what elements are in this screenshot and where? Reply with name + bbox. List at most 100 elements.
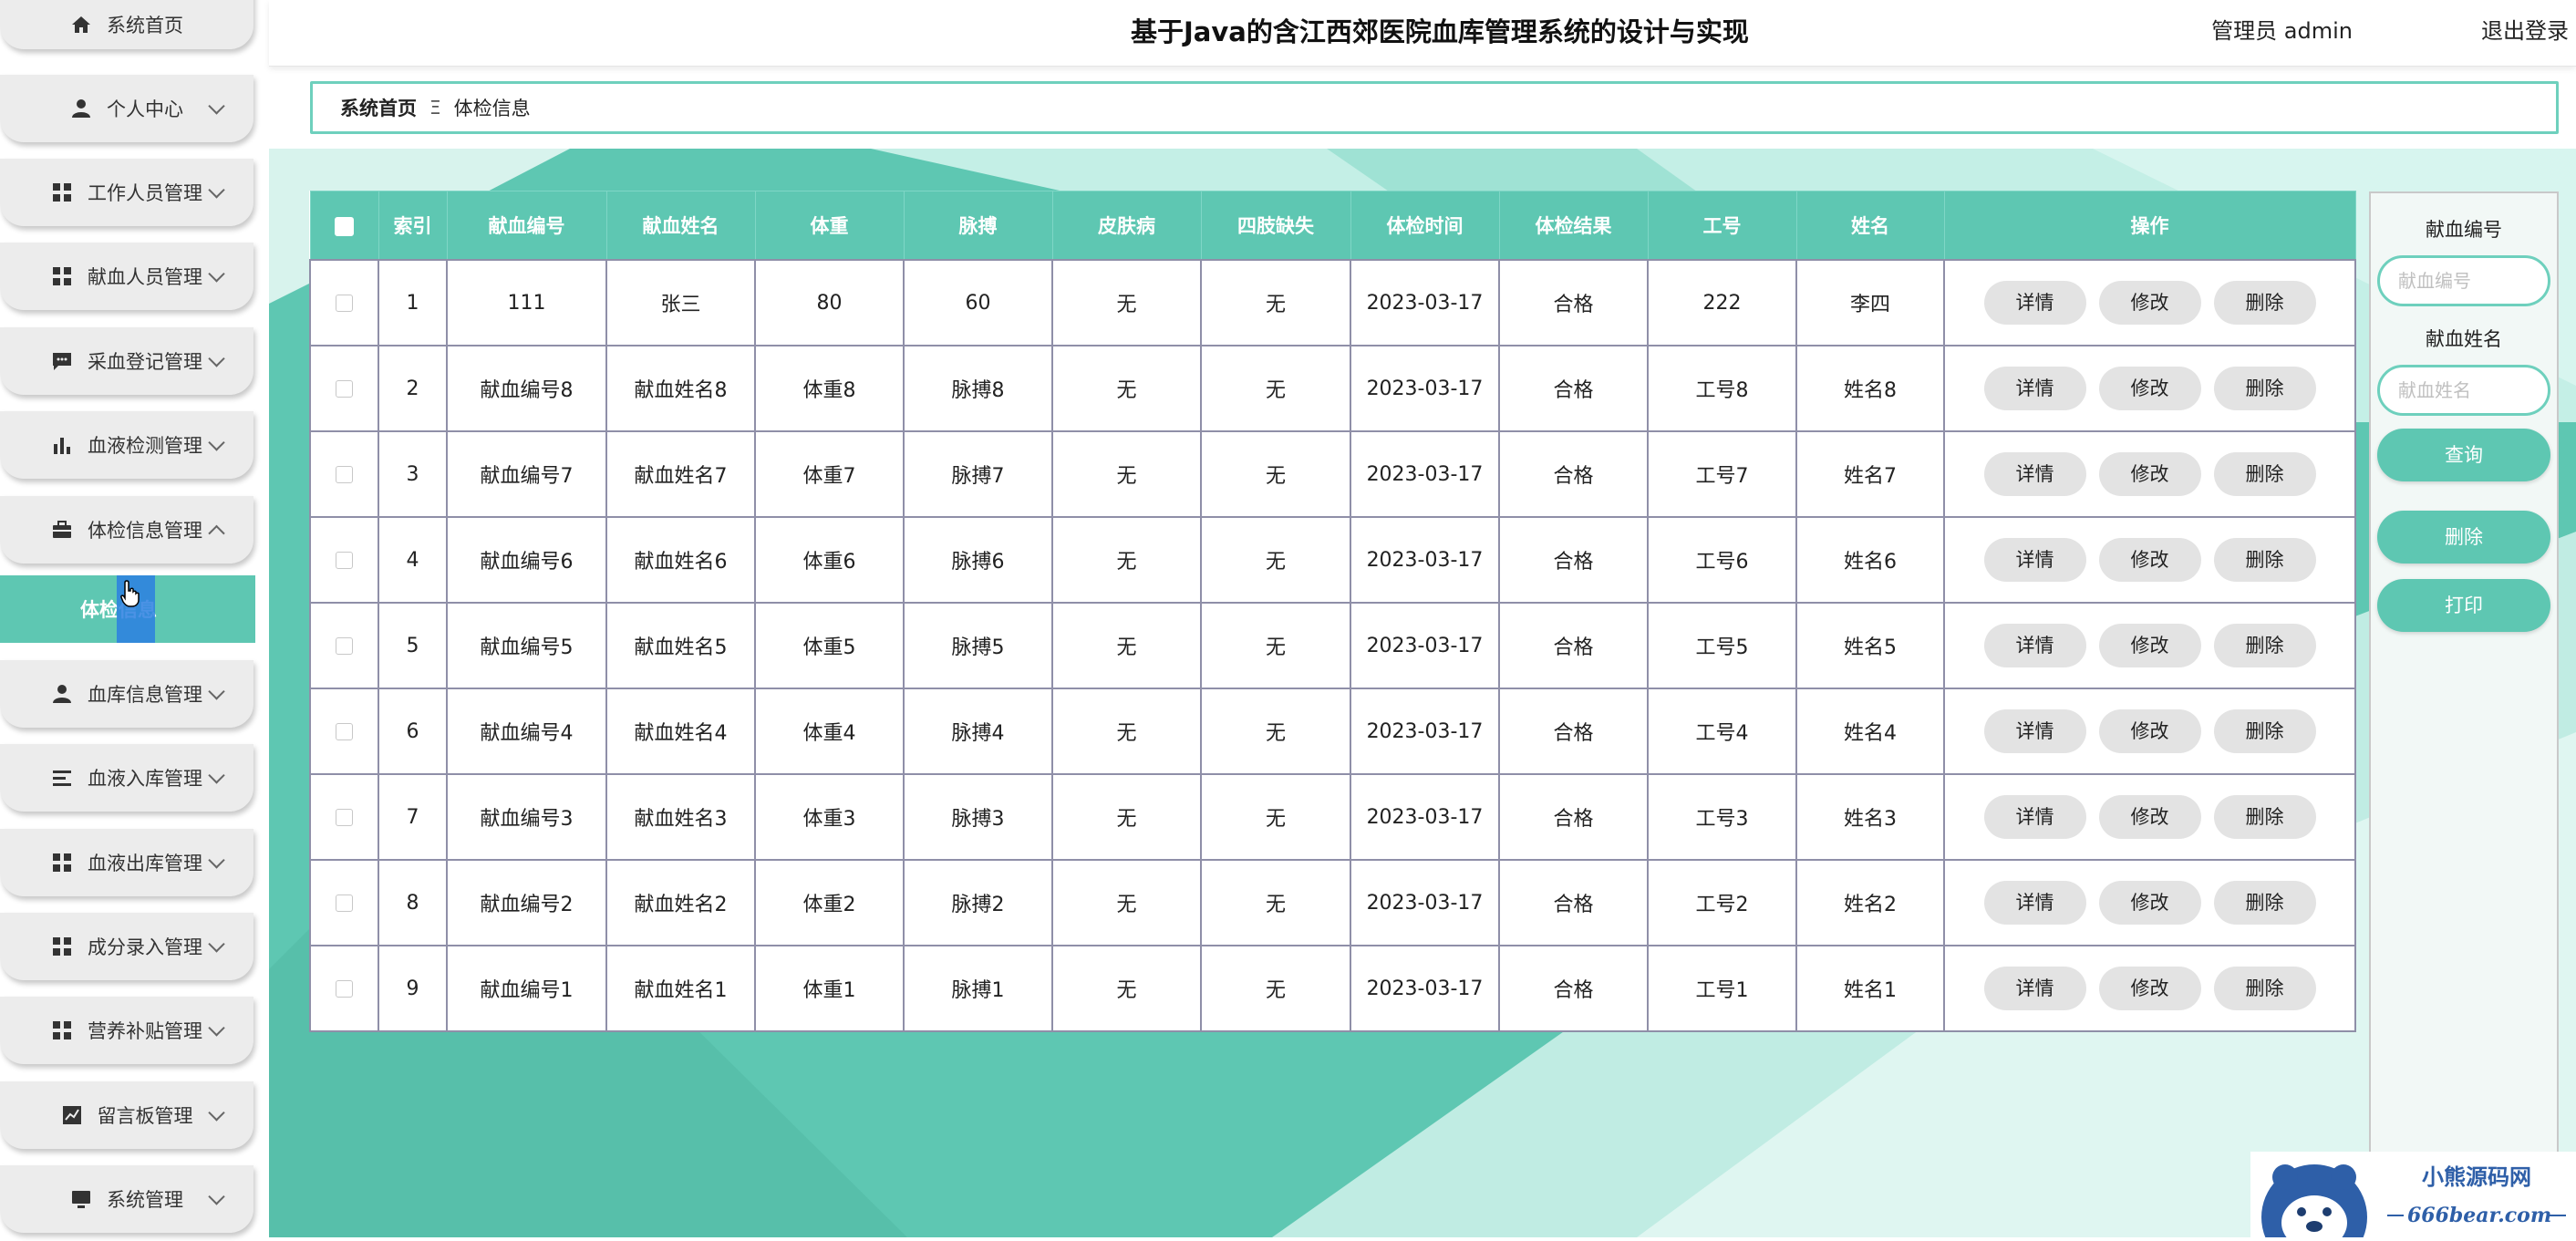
table-cell: 工号2 xyxy=(1647,859,1797,946)
sidebar-item-9[interactable]: 血液出库管理 xyxy=(0,829,253,896)
row-checkbox[interactable] xyxy=(336,552,353,569)
sidebar-item-7[interactable]: 血库信息管理 xyxy=(0,660,253,728)
select-all-checkbox[interactable] xyxy=(335,216,354,236)
sidebar-item-5[interactable]: 血液检测管理 xyxy=(0,411,253,479)
table-cell: 脉搏6 xyxy=(903,516,1053,604)
detail-button[interactable]: 详情 xyxy=(1983,624,2086,667)
table-cell: 脉搏5 xyxy=(903,602,1053,689)
batch-delete-button[interactable]: 删除 xyxy=(2377,511,2550,564)
row-checkbox[interactable] xyxy=(336,980,353,998)
breadcrumb: 系统首页 Ξ 体检信息 xyxy=(310,81,2559,134)
sidebar-item-6[interactable]: 体检信息管理 xyxy=(0,496,253,564)
query-button[interactable]: 查询 xyxy=(2377,429,2550,481)
row-checkbox[interactable] xyxy=(336,895,353,912)
table-cell: 2023-03-17 xyxy=(1350,688,1500,775)
delete-button[interactable]: 删除 xyxy=(2213,881,2316,925)
table-cell: 工号6 xyxy=(1647,516,1797,604)
table-cell: 2023-03-17 xyxy=(1350,945,1500,1032)
breadcrumb-home[interactable]: 系统首页 xyxy=(340,94,417,121)
edit-button[interactable]: 修改 xyxy=(2098,881,2201,925)
sidebar-item-8[interactable]: 血液入库管理 xyxy=(0,744,253,812)
select-all-cell xyxy=(309,191,379,261)
table-cell: 合格 xyxy=(1498,430,1649,518)
row-checkbox[interactable] xyxy=(336,295,353,312)
sidebar-item-10[interactable]: 成分录入管理 xyxy=(0,913,253,980)
table-row: 7 献血编号3 献血姓名3 体重3 脉搏3 无无 2023-03-17 合格 工号3 姓名3 详情修… xyxy=(309,773,2356,861)
row-checkbox[interactable] xyxy=(336,637,353,655)
detail-button[interactable]: 详情 xyxy=(1983,281,2086,325)
chevron-down-icon xyxy=(208,181,225,199)
detail-button[interactable]: 详情 xyxy=(1983,538,2086,582)
table-cell: 脉搏2 xyxy=(903,859,1053,946)
chat-icon xyxy=(51,350,73,372)
column-header: 体检结果 xyxy=(1498,191,1649,261)
table-cell: 献血姓名3 xyxy=(605,773,756,861)
sidebar-item-4[interactable]: 采血登记管理 xyxy=(0,327,253,395)
edit-button[interactable]: 修改 xyxy=(2098,367,2201,410)
edit-button[interactable]: 修改 xyxy=(2098,795,2201,839)
table-cell: 献血编号3 xyxy=(446,773,607,861)
detail-button[interactable]: 详情 xyxy=(1983,452,2086,496)
table-cell: 9 xyxy=(378,945,448,1032)
row-select-cell xyxy=(309,516,379,604)
hand-cursor-icon xyxy=(120,580,140,607)
sidebar-item-11[interactable]: 营养补贴管理 xyxy=(0,997,253,1064)
sidebar-item-13[interactable]: 系统管理 xyxy=(0,1165,253,1233)
grid-icon xyxy=(51,265,73,287)
column-header: 四肢缺失 xyxy=(1200,191,1351,261)
sidebar-item-label: 营养补贴管理 xyxy=(88,1020,202,1042)
edit-button[interactable]: 修改 xyxy=(2098,538,2201,582)
row-checkbox[interactable] xyxy=(336,723,353,740)
edit-button[interactable]: 修改 xyxy=(2098,709,2201,753)
table-cell: 脉搏1 xyxy=(903,945,1053,1032)
delete-button[interactable]: 删除 xyxy=(2213,367,2316,410)
delete-button[interactable]: 删除 xyxy=(2213,795,2316,839)
table-cell: 张三 xyxy=(605,259,756,346)
row-checkbox[interactable] xyxy=(336,809,353,826)
watermark-site: 666bear.com xyxy=(2407,1204,2551,1227)
donation-id-input[interactable] xyxy=(2377,255,2550,306)
column-header: 索引 xyxy=(378,191,448,261)
table-cell: 无 xyxy=(1200,859,1351,946)
sidebar-item-2[interactable]: 工作人员管理 xyxy=(0,159,253,226)
detail-button[interactable]: 详情 xyxy=(1983,967,2086,1010)
grid-icon xyxy=(51,181,73,203)
logout-link[interactable]: 退出登录 xyxy=(2481,13,2569,45)
sidebar-item-label: 血液入库管理 xyxy=(88,768,202,790)
delete-button[interactable]: 删除 xyxy=(2213,452,2316,496)
row-checkbox[interactable] xyxy=(336,466,353,483)
table-cell: 姓名8 xyxy=(1795,345,1945,432)
detail-button[interactable]: 详情 xyxy=(1983,367,2086,410)
edit-button[interactable]: 修改 xyxy=(2098,452,2201,496)
row-checkbox[interactable] xyxy=(336,380,353,398)
row-actions-cell: 详情 修改 删除 xyxy=(1943,859,2356,946)
edit-button[interactable]: 修改 xyxy=(2098,281,2201,325)
table-cell: 献血姓名2 xyxy=(605,859,756,946)
table-cell: 无 xyxy=(1200,345,1351,432)
sidebar-item-label: 血液出库管理 xyxy=(88,853,202,874)
delete-button[interactable]: 删除 xyxy=(2213,538,2316,582)
table-cell: 献血编号5 xyxy=(446,602,607,689)
table-cell: 体重2 xyxy=(754,859,905,946)
delete-button[interactable]: 删除 xyxy=(2213,967,2316,1010)
print-button[interactable]: 打印 xyxy=(2377,579,2550,632)
user-icon xyxy=(70,98,92,119)
edit-button[interactable]: 修改 xyxy=(2098,624,2201,667)
sidebar-item-1[interactable]: 个人中心 xyxy=(0,75,253,142)
table-cell: 6 xyxy=(378,688,448,775)
table-cell: 体重7 xyxy=(754,430,905,518)
detail-button[interactable]: 详情 xyxy=(1983,709,2086,753)
chevron-down-icon xyxy=(208,683,225,700)
sidebar-item-3[interactable]: 献血人员管理 xyxy=(0,243,253,310)
delete-button[interactable]: 删除 xyxy=(2213,624,2316,667)
edit-button[interactable]: 修改 xyxy=(2098,967,2201,1010)
delete-button[interactable]: 删除 xyxy=(2213,281,2316,325)
detail-button[interactable]: 详情 xyxy=(1983,881,2086,925)
chevron-down-icon xyxy=(208,1188,225,1205)
delete-button[interactable]: 删除 xyxy=(2213,709,2316,753)
sidebar-item-12[interactable]: 留言板管理 xyxy=(0,1081,253,1149)
detail-button[interactable]: 详情 xyxy=(1983,795,2086,839)
donor-name-input[interactable] xyxy=(2377,365,2550,416)
sidebar-item-0[interactable]: 系统首页 xyxy=(0,0,253,49)
table-cell: 体重3 xyxy=(754,773,905,861)
